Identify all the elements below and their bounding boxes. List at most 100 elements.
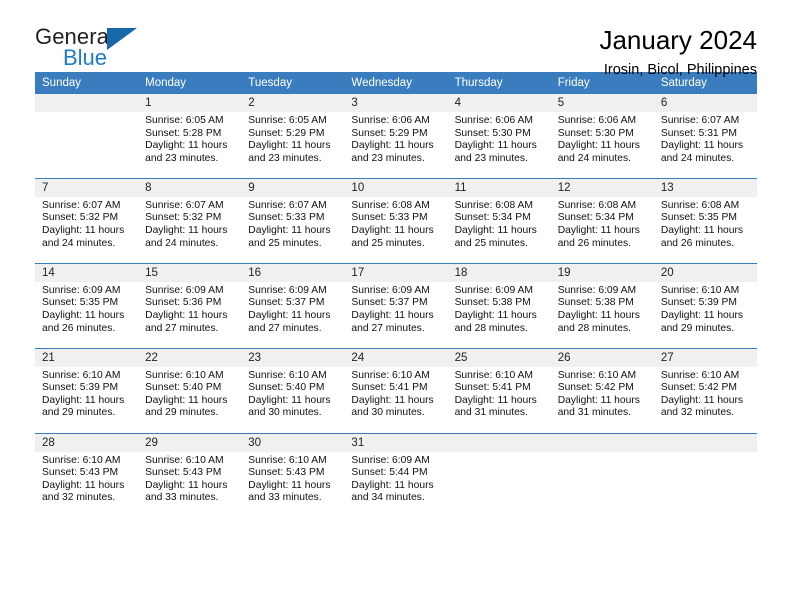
day-number-7[interactable]: 7 (35, 178, 139, 197)
day-number-6[interactable]: 6 (653, 94, 757, 112)
day-number-row: 7 8 9 10 11 12 13 (35, 178, 757, 197)
day-cell-30[interactable]: Sunrise: 6:10 AM Sunset: 5:43 PM Daylight:… (241, 452, 344, 514)
day-number-28[interactable]: 28 (35, 433, 139, 452)
sunrise-text: Sunrise: 6:10 AM (248, 454, 327, 466)
sunset-text: Sunset: 5:39 PM (42, 382, 119, 394)
sunrise-text: Sunrise: 6:07 AM (145, 199, 224, 211)
daylight-text-line1: Daylight: 11 hours (42, 309, 125, 321)
day-cell-4[interactable]: Sunrise: 6:06 AM Sunset: 5:30 PM Daylight:… (448, 112, 551, 174)
day-cell-12[interactable]: Sunrise: 6:08 AM Sunset: 5:34 PM Daylight:… (551, 197, 654, 259)
day-cell-13[interactable]: Sunrise: 6:08 AM Sunset: 5:35 PM Daylight:… (654, 197, 757, 259)
day-number-13[interactable]: 13 (653, 178, 757, 197)
day-cell-24[interactable]: Sunrise: 6:10 AM Sunset: 5:41 PM Daylight:… (344, 367, 447, 429)
day-number-21[interactable]: 21 (35, 348, 139, 367)
day-number-14[interactable]: 14 (35, 263, 139, 282)
sunset-text: Sunset: 5:29 PM (351, 127, 428, 139)
sunset-text: Sunset: 5:44 PM (351, 467, 428, 479)
day-cell-2[interactable]: Sunrise: 6:05 AM Sunset: 5:29 PM Daylight:… (241, 112, 344, 174)
sunrise-text: Sunrise: 6:10 AM (351, 369, 430, 381)
daylight-text-line2: and 34 minutes. (351, 492, 425, 504)
day-cell-21[interactable]: Sunrise: 6:10 AM Sunset: 5:39 PM Daylight:… (35, 367, 138, 429)
day-number-29[interactable]: 29 (138, 433, 242, 452)
day-cell-6[interactable]: Sunrise: 6:07 AM Sunset: 5:31 PM Daylight:… (654, 112, 757, 174)
day-cell-29[interactable]: Sunrise: 6:10 AM Sunset: 5:43 PM Daylight:… (138, 452, 241, 514)
sunrise-text: Sunrise: 6:10 AM (660, 284, 740, 296)
day-number-30[interactable]: 30 (241, 433, 345, 452)
day-cell-20[interactable]: Sunrise: 6:10 AM Sunset: 5:39 PM Daylight:… (654, 282, 757, 344)
daylight-text-line1: Daylight: 11 hours (145, 394, 228, 406)
day-number-5[interactable]: 5 (550, 94, 654, 112)
day-number-26[interactable]: 26 (550, 348, 654, 367)
day-number-empty (447, 433, 551, 452)
sunrise-text: Sunrise: 6:06 AM (351, 115, 430, 126)
day-number-16[interactable]: 16 (241, 263, 345, 282)
sunset-text: Sunset: 5:39 PM (660, 297, 737, 309)
daylight-text-line2: and 26 minutes. (660, 237, 735, 249)
day-cell-7[interactable]: Sunrise: 6:07 AM Sunset: 5:32 PM Daylight:… (35, 197, 138, 259)
day-cell-16[interactable]: Sunrise: 6:09 AM Sunset: 5:37 PM Daylight:… (241, 282, 344, 344)
daylight-text-line1: Daylight: 11 hours (145, 225, 228, 237)
day-cell-25[interactable]: Sunrise: 6:10 AM Sunset: 5:41 PM Daylight:… (448, 367, 551, 429)
day-number-9[interactable]: 9 (241, 178, 345, 197)
day-cell-22[interactable]: Sunrise: 6:10 AM Sunset: 5:40 PM Daylight:… (138, 367, 241, 429)
day-number-18[interactable]: 18 (447, 263, 551, 282)
sunrise-text: Sunrise: 6:07 AM (248, 199, 327, 211)
sunset-text: Sunset: 5:32 PM (145, 212, 222, 224)
day-number-8[interactable]: 8 (138, 178, 242, 197)
day-cell-3[interactable]: Sunrise: 6:06 AM Sunset: 5:29 PM Daylight:… (344, 112, 447, 174)
day-number-2[interactable]: 2 (241, 94, 345, 112)
page-title: January 2024 (599, 25, 757, 55)
day-number-row: 28 29 30 31 (35, 433, 757, 452)
day-number-1[interactable]: 1 (138, 94, 242, 112)
daylight-text-line2: and 30 minutes. (248, 407, 322, 419)
daylight-text-line2: and 25 minutes. (248, 237, 322, 249)
day-cell-15[interactable]: Sunrise: 6:09 AM Sunset: 5:36 PM Daylight:… (138, 282, 241, 344)
daylight-text-line1: Daylight: 11 hours (42, 394, 125, 406)
day-number-17[interactable]: 17 (344, 263, 448, 282)
sunrise-text: Sunrise: 6:09 AM (248, 284, 327, 296)
day-cell-19[interactable]: Sunrise: 6:09 AM Sunset: 5:38 PM Daylight:… (551, 282, 654, 344)
sunset-text: Sunset: 5:28 PM (145, 127, 222, 139)
day-number-15[interactable]: 15 (138, 263, 242, 282)
day-cell-28[interactable]: Sunrise: 6:10 AM Sunset: 5:43 PM Daylight:… (35, 452, 138, 514)
day-cell-27[interactable]: Sunrise: 6:10 AM Sunset: 5:42 PM Daylight:… (654, 367, 757, 429)
day-number-12[interactable]: 12 (550, 178, 654, 197)
day-cell-10[interactable]: Sunrise: 6:08 AM Sunset: 5:33 PM Daylight:… (344, 197, 447, 259)
day-cell-26[interactable]: Sunrise: 6:10 AM Sunset: 5:42 PM Daylight:… (551, 367, 654, 429)
day-cell-31[interactable]: Sunrise: 6:09 AM Sunset: 5:44 PM Daylight:… (344, 452, 447, 514)
day-number-empty (550, 433, 654, 452)
day-number-10[interactable]: 10 (344, 178, 448, 197)
day-number-22[interactable]: 22 (138, 348, 242, 367)
day-number-4[interactable]: 4 (447, 94, 551, 112)
daylight-text-line2: and 27 minutes. (248, 322, 322, 334)
day-cell-5[interactable]: Sunrise: 6:06 AM Sunset: 5:30 PM Daylight:… (551, 112, 654, 174)
day-number-20[interactable]: 20 (653, 263, 757, 282)
brand-logo[interactable]: General Blue (35, 22, 155, 74)
sunrise-text: Sunrise: 6:09 AM (454, 284, 533, 296)
sunset-text: Sunset: 5:42 PM (557, 382, 634, 394)
day-number-11[interactable]: 11 (447, 178, 551, 197)
day-cell-14[interactable]: Sunrise: 6:09 AM Sunset: 5:35 PM Daylight:… (35, 282, 138, 344)
day-cell-1[interactable]: Sunrise: 6:05 AM Sunset: 5:28 PM Daylight:… (138, 112, 241, 174)
day-cell-11[interactable]: Sunrise: 6:08 AM Sunset: 5:34 PM Daylight:… (448, 197, 551, 259)
day-cell-9[interactable]: Sunrise: 6:07 AM Sunset: 5:33 PM Daylight:… (241, 197, 344, 259)
day-number-24[interactable]: 24 (344, 348, 448, 367)
daylight-text-line1: Daylight: 11 hours (660, 394, 744, 406)
sunset-text: Sunset: 5:38 PM (557, 297, 634, 309)
day-number-19[interactable]: 19 (550, 263, 654, 282)
sunrise-text: Sunrise: 6:10 AM (42, 454, 121, 466)
daylight-text-line1: Daylight: 11 hours (454, 140, 537, 152)
day-cell-17[interactable]: Sunrise: 6:09 AM Sunset: 5:37 PM Daylight:… (344, 282, 447, 344)
day-cell-empty (448, 452, 551, 514)
day-number-3[interactable]: 3 (344, 94, 448, 112)
day-cell-23[interactable]: Sunrise: 6:10 AM Sunset: 5:40 PM Daylight:… (241, 367, 344, 429)
daylight-text-line1: Daylight: 11 hours (351, 225, 434, 237)
sunset-text: Sunset: 5:37 PM (351, 297, 428, 309)
day-number-23[interactable]: 23 (241, 348, 345, 367)
day-cell-18[interactable]: Sunrise: 6:09 AM Sunset: 5:38 PM Daylight:… (448, 282, 551, 344)
daylight-text-line1: Daylight: 11 hours (351, 394, 434, 406)
day-cell-8[interactable]: Sunrise: 6:07 AM Sunset: 5:32 PM Daylight:… (138, 197, 241, 259)
day-number-25[interactable]: 25 (447, 348, 551, 367)
day-number-27[interactable]: 27 (653, 348, 757, 367)
day-number-31[interactable]: 31 (344, 433, 448, 452)
